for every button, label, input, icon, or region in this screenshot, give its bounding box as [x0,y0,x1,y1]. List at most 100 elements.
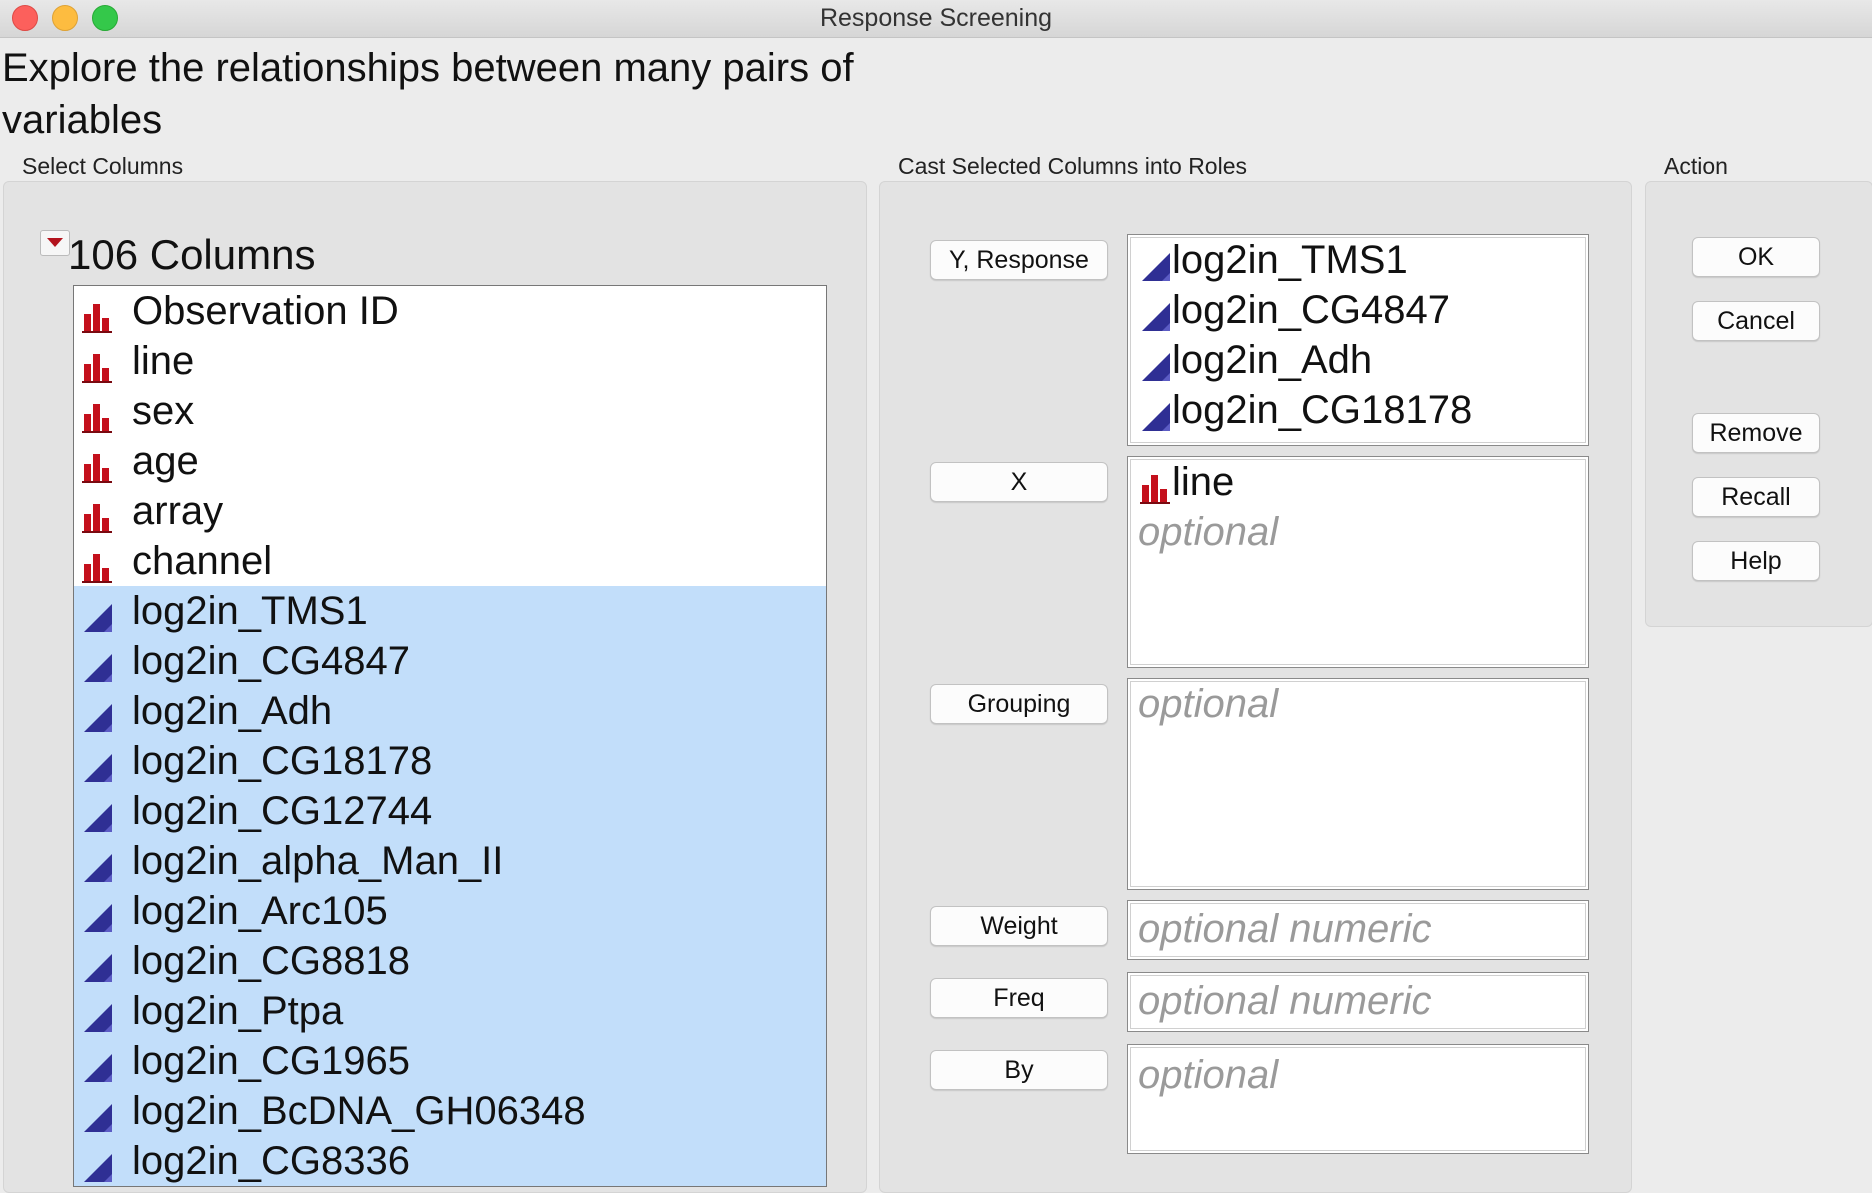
column-list-item[interactable]: sex [74,386,826,436]
freq-button[interactable]: Freq [930,978,1108,1018]
window-title: Response Screening [819,4,1053,32]
column-list-item[interactable]: log2in_CG8818 [74,936,826,986]
ok-button[interactable]: OK [1692,237,1820,277]
continuous-triangle-icon [1140,345,1172,381]
by-role-list[interactable]: optional [1127,1044,1589,1154]
x-role-item-label: line [1172,460,1235,504]
continuous-triangle-icon [1140,395,1172,431]
columns-disclosure-icon[interactable] [40,230,70,256]
y-response-item-label: log2in_Adh [1172,338,1373,382]
window-titlebar: Response Screening [0,0,1872,38]
x-role-list[interactable]: line optional [1127,456,1589,668]
y-response-item[interactable]: log2in_CG4847 [1128,285,1588,335]
nominal-bar-chart-icon [82,446,114,483]
by-placeholder: optional [1138,1053,1279,1097]
column-list-item[interactable]: log2in_CG18178 [74,736,826,786]
weight-placeholder: optional numeric [1138,907,1432,951]
column-list-item[interactable]: log2in_Ptpa [74,986,826,1036]
column-list-item[interactable]: log2in_BcDNA_GH06348 [74,1086,826,1136]
remove-button[interactable]: Remove [1692,413,1820,453]
nominal-bar-chart-icon [82,546,114,583]
nominal-bar-chart-icon [1140,467,1172,504]
column-list-item-label: channel [132,539,273,583]
column-list-item[interactable]: log2in_CG4847 [74,636,826,686]
continuous-triangle-icon [82,1146,114,1182]
continuous-triangle-icon [1140,295,1172,331]
y-response-item[interactable]: log2in_TMS1 [1128,235,1588,285]
select-columns-label: Select Columns [22,153,184,179]
y-response-item-label: log2in_CG4847 [1172,288,1450,332]
y-response-item[interactable]: log2in_Adh [1128,335,1588,385]
column-list-item-label: log2in_CG18178 [132,739,433,783]
column-list-item-label: line [132,339,195,383]
continuous-triangle-icon [82,1096,114,1132]
column-list-item-label: Observation ID [132,289,399,333]
column-list-item-label: log2in_CG8818 [132,939,410,983]
x-role-item[interactable]: line [1128,457,1588,507]
column-list-item-label: log2in_Ptpa [132,989,344,1033]
column-list-item-label: log2in_Arc105 [132,889,388,933]
weight-role-list[interactable]: optional numeric [1127,900,1589,960]
column-list-item-label: log2in_CG12744 [132,789,433,833]
weight-button[interactable]: Weight [930,906,1108,946]
column-list-item[interactable]: array [74,486,826,536]
by-button[interactable]: By [930,1050,1108,1090]
continuous-triangle-icon [82,596,114,632]
column-list-item-label: log2in_BcDNA_GH06348 [132,1089,586,1133]
help-button[interactable]: Help [1692,541,1820,581]
continuous-triangle-icon [82,746,114,782]
column-list-item-label: log2in_CG1965 [132,1039,410,1083]
column-list-item-label: array [132,489,224,533]
continuous-triangle-icon [82,846,114,882]
continuous-triangle-icon [82,946,114,982]
grouping-role-list[interactable]: optional [1127,678,1589,890]
dialog-instruction: Explore the relationships between many p… [2,46,854,142]
column-list-item[interactable]: channel [74,536,826,586]
freq-role-list[interactable]: optional numeric [1127,972,1589,1032]
nominal-bar-chart-icon [82,346,114,383]
column-list-item[interactable]: Observation ID [74,286,826,336]
recall-button[interactable]: Recall [1692,477,1820,517]
continuous-triangle-icon [82,896,114,932]
freq-placeholder: optional numeric [1138,979,1432,1023]
column-list-item-label: log2in_CG4847 [132,639,410,683]
column-list-item[interactable]: line [74,336,826,386]
column-list-item-label: log2in_CG8336 [132,1139,410,1183]
continuous-triangle-icon [82,696,114,732]
nominal-bar-chart-icon [82,396,114,433]
column-list-item-label: sex [132,389,195,433]
column-list-item-label: log2in_alpha_Man_II [132,839,504,883]
y-response-role-list[interactable]: log2in_TMS1 log2in_CG4847 log2in_Adh log2in… [1127,234,1589,446]
column-list-item[interactable]: log2in_Adh [74,686,826,736]
column-list-item-label: log2in_Adh [132,689,333,733]
nominal-bar-chart-icon [82,296,114,333]
columns-count: 106 Columns [68,231,316,278]
y-response-item-label: log2in_TMS1 [1172,238,1408,282]
column-list-item[interactable]: log2in_TMS1 [74,586,826,636]
column-list-item-label: log2in_TMS1 [132,589,368,633]
column-list-item-label: age [132,439,199,483]
continuous-triangle-icon [1140,245,1172,281]
column-list-item[interactable]: log2in_CG8336 [74,1136,826,1186]
column-list[interactable]: Observation ID line sex age array channel log2… [73,285,827,1187]
column-list-item[interactable]: log2in_alpha_Man_II [74,836,826,886]
column-list-item[interactable]: age [74,436,826,486]
continuous-triangle-icon [82,996,114,1032]
continuous-triangle-icon [82,1046,114,1082]
y-response-item[interactable]: log2in_CG18178 [1128,385,1588,435]
nominal-bar-chart-icon [82,496,114,533]
grouping-button[interactable]: Grouping [930,684,1108,724]
cast-roles-label: Cast Selected Columns into Roles [898,153,1247,179]
continuous-triangle-icon [82,796,114,832]
cancel-button[interactable]: Cancel [1692,301,1820,341]
y-response-button[interactable]: Y, Response [930,240,1108,280]
column-list-item[interactable]: log2in_CG1965 [74,1036,826,1086]
x-placeholder: optional [1138,510,1279,554]
x-button[interactable]: X [930,462,1108,502]
continuous-triangle-icon [82,646,114,682]
column-list-item[interactable]: log2in_CG12744 [74,786,826,836]
action-label: Action [1664,153,1728,179]
y-response-item-label: log2in_CG18178 [1172,388,1473,432]
column-list-item[interactable]: log2in_Arc105 [74,886,826,936]
grouping-placeholder: optional [1138,682,1279,726]
